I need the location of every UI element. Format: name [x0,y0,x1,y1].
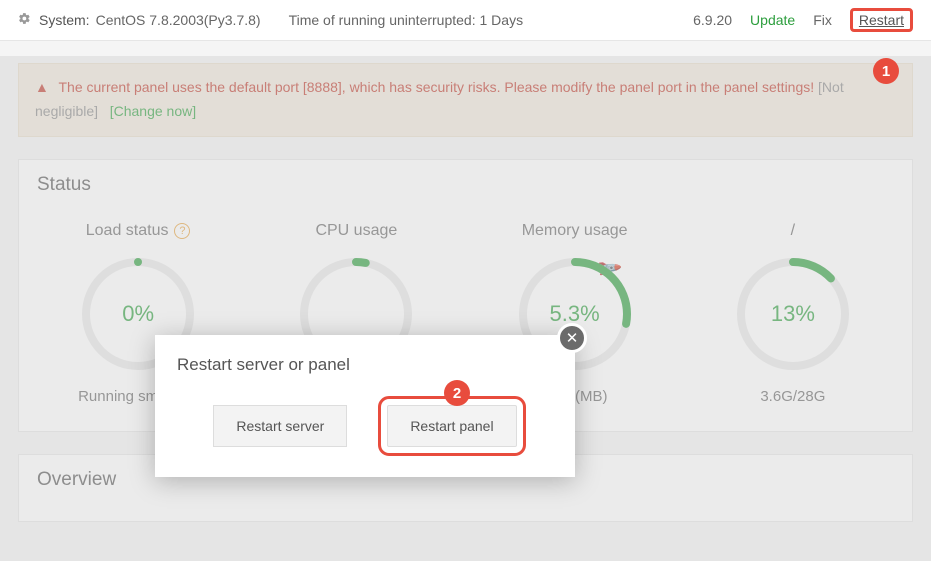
system-value: CentOS 7.8.2003(Py3.7.8) [96,12,261,28]
fix-link[interactable]: Fix [813,12,832,28]
modal-title: Restart server or panel [155,335,575,387]
gear-icon [18,12,31,28]
callout-1: 1 [873,58,899,84]
restart-highlight-box: Restart [850,8,913,32]
gauge-label: / [684,222,902,240]
update-link[interactable]: Update [750,12,795,28]
modal-body: Restart server Restart panel [155,387,575,477]
security-alert: ▲ The current panel uses the default por… [18,63,913,137]
alert-message: The current panel uses the default port … [59,79,815,95]
help-icon[interactable]: ? [174,223,190,239]
top-bar: System: CentOS 7.8.2003(Py3.7.8) Time of… [0,0,931,41]
restart-panel-button[interactable]: Restart panel [387,405,516,447]
close-icon[interactable]: ✕ [557,323,587,353]
callout-2: 2 [444,380,470,406]
status-title: Status [19,160,912,204]
change-now-link[interactable]: [Change now] [110,103,196,119]
gauge-ring: 13% [733,254,853,374]
gauge-label: Memory usage [466,222,684,240]
gauge-label-text: CPU usage [315,222,397,240]
gauge-value: 13% [771,301,815,327]
gauge-subtext: 3.6G/28G [684,388,902,405]
restart-server-button[interactable]: Restart server [213,405,347,447]
restart-modal: ✕ Restart server or panel Restart server… [155,335,575,477]
top-right-links: 6.9.20 Update Fix Restart [693,8,913,32]
warning-icon: ▲ [35,79,49,95]
gauge-label-text: Memory usage [522,222,628,240]
gauge: / 13% 3.6G/28G [684,222,902,405]
restart-link[interactable]: Restart [859,12,904,28]
system-label: System: [39,12,90,28]
gauge-label-text: Load status [86,222,169,240]
version-text: 6.9.20 [693,12,732,28]
uptime-text: Time of running uninterrupted: 1 Days [289,12,524,28]
gauge-label: Load status ? [29,222,247,240]
gauge-label: CPU usage [247,222,465,240]
gauge-label-text: / [791,222,795,240]
gauge-value: 0% [122,301,154,327]
